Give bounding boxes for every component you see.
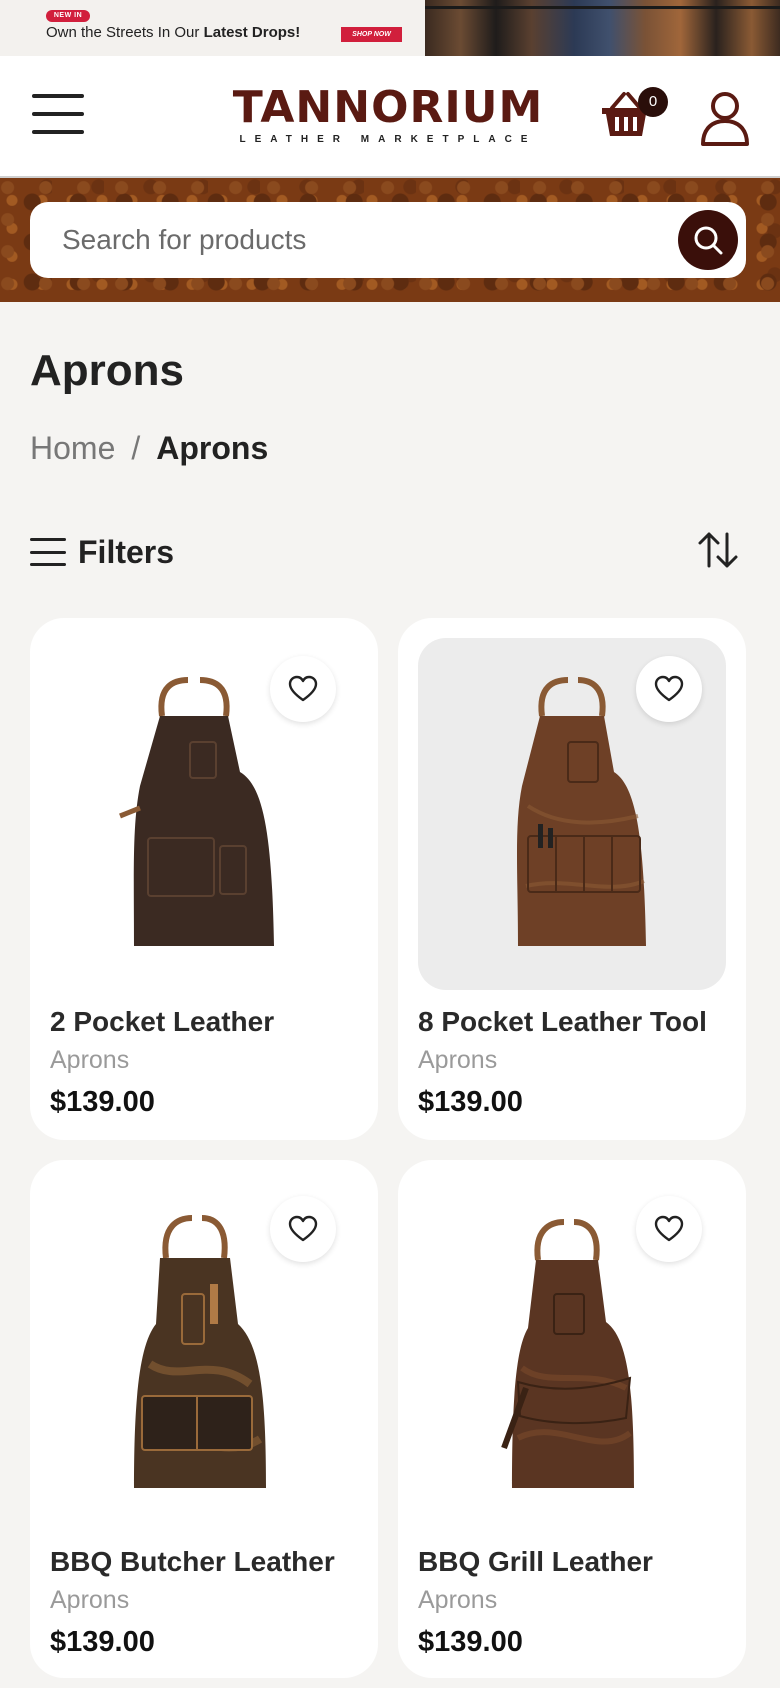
product-price: $139.00 xyxy=(418,1086,523,1118)
breadcrumb-current: Aprons xyxy=(156,430,269,466)
promo-text-prefix: Own the Streets In Our xyxy=(46,24,204,41)
promo-banner[interactable]: NEW IN Own the Streets In Our Latest Dro… xyxy=(0,0,780,56)
product-name[interactable]: 2 Pocket Leather xyxy=(50,1006,274,1038)
apron-image xyxy=(134,1215,266,1488)
product-name[interactable]: 8 Pocket Leather Tool xyxy=(418,1006,707,1038)
page: NEW IN Own the Streets In Our Latest Dro… xyxy=(0,0,780,1688)
product-card[interactable]: BBQ Butcher Leather Aprons $139.00 xyxy=(30,1160,378,1678)
hamburger-menu-icon[interactable] xyxy=(32,94,84,134)
filters-button[interactable]: Filters xyxy=(30,530,174,574)
sort-arrows-icon xyxy=(698,532,738,568)
shop-now-button[interactable]: SHOP NOW xyxy=(341,27,402,42)
product-category: Aprons xyxy=(418,1586,498,1614)
search-button[interactable] xyxy=(678,210,738,270)
search-icon xyxy=(694,226,723,255)
wishlist-button[interactable] xyxy=(270,1196,336,1262)
apron-image xyxy=(119,677,274,946)
product-price: $139.00 xyxy=(50,1086,155,1118)
wishlist-button[interactable] xyxy=(270,656,336,722)
product-price: $139.00 xyxy=(418,1626,523,1658)
search-bar-band xyxy=(0,178,780,302)
heart-icon xyxy=(654,675,684,702)
promo-jackets-image xyxy=(425,0,780,56)
breadcrumb: Home / Aprons xyxy=(30,430,268,467)
product-card[interactable]: 8 Pocket Leather Tool Aprons $139.00 xyxy=(398,618,746,1140)
search-input[interactable] xyxy=(62,202,662,278)
logo-tagline: LEATHER MARKETPLACE xyxy=(239,134,537,145)
apron-image xyxy=(501,1219,634,1488)
site-header: TANNORIUM LEATHER MARKETPLACE 0 xyxy=(0,56,780,178)
breadcrumb-separator: / xyxy=(131,430,141,466)
product-name[interactable]: BBQ Grill Leather xyxy=(418,1546,653,1578)
promo-text-bold: Latest Drops! xyxy=(203,24,301,41)
wishlist-button[interactable] xyxy=(636,656,702,722)
heart-icon xyxy=(288,1215,318,1242)
search-box xyxy=(30,202,746,278)
cart-button[interactable]: 0 xyxy=(600,87,668,146)
product-category: Aprons xyxy=(50,1046,130,1074)
product-name[interactable]: BBQ Butcher Leather xyxy=(50,1546,335,1578)
page-title: Aprons xyxy=(30,346,184,395)
product-price: $139.00 xyxy=(50,1626,155,1658)
product-card[interactable]: 2 Pocket Leather Aprons $139.00 xyxy=(30,618,378,1140)
cart-count-badge: 0 xyxy=(638,87,668,117)
heart-icon xyxy=(654,1215,684,1242)
sort-button[interactable] xyxy=(696,528,740,572)
product-card[interactable]: BBQ Grill Leather Aprons $139.00 xyxy=(398,1160,746,1678)
apron-image xyxy=(517,677,646,946)
promo-text: Own the Streets In Our Latest Drops! xyxy=(46,24,300,41)
wishlist-button[interactable] xyxy=(636,1196,702,1262)
filter-lines-icon xyxy=(30,538,66,566)
breadcrumb-home-link[interactable]: Home xyxy=(30,430,115,466)
account-button[interactable] xyxy=(700,90,750,146)
site-logo[interactable]: TANNORIUM LEATHER MARKETPLACE xyxy=(232,82,544,162)
product-category: Aprons xyxy=(50,1586,130,1614)
product-category: Aprons xyxy=(418,1046,498,1074)
new-in-badge: NEW IN xyxy=(46,10,90,22)
heart-icon xyxy=(288,675,318,702)
filters-label: Filters xyxy=(78,533,175,570)
user-icon xyxy=(701,92,749,146)
logo-wordmark: TANNORIUM xyxy=(232,82,544,133)
